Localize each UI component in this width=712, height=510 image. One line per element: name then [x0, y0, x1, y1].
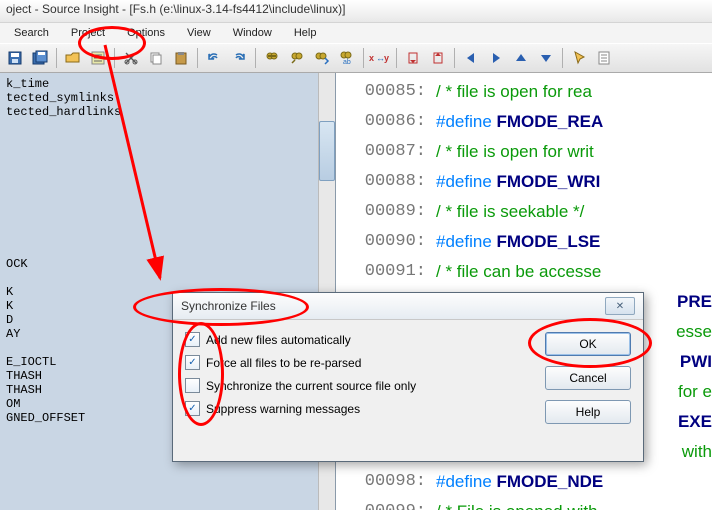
find-next-icon[interactable]: [310, 46, 334, 70]
menu-view[interactable]: View: [177, 25, 221, 41]
code-line[interactable]: 00085:/ * file is open for rea: [336, 77, 712, 107]
save-icon[interactable]: [3, 46, 27, 70]
line-number: 00088:: [336, 167, 436, 197]
code-line[interactable]: 00088:#define FMODE_WRI: [336, 167, 712, 197]
symbol-item[interactable]: k_time: [6, 77, 329, 91]
save-all-icon[interactable]: [28, 46, 52, 70]
undo-icon[interactable]: [202, 46, 226, 70]
code-content: #define FMODE_LSE: [436, 227, 600, 257]
code-content: / * file is open for rea: [436, 77, 592, 107]
code-line[interactable]: 00087:/ * file is open for writ: [336, 137, 712, 167]
nav-fwd-icon[interactable]: [484, 46, 508, 70]
find-icon[interactable]: [260, 46, 284, 70]
svg-text:x: x: [369, 53, 374, 63]
toolbar-separator: [363, 48, 364, 68]
symbol-item[interactable]: [6, 271, 329, 285]
line-number: 00087:: [336, 137, 436, 167]
svg-text:ab: ab: [343, 59, 351, 66]
checkbox-icon[interactable]: ✓: [185, 332, 200, 347]
bookmark-next-icon[interactable]: [426, 46, 450, 70]
dialog-titlebar[interactable]: Synchronize Files ✕: [173, 293, 643, 320]
nav-back-icon[interactable]: [459, 46, 483, 70]
code-content: / * file can be accesse: [436, 257, 601, 287]
line-number: 00099:: [336, 497, 436, 510]
cancel-button[interactable]: Cancel: [545, 366, 631, 390]
dialog-option[interactable]: ✓ Add new files automatically: [185, 332, 529, 347]
line-number: 00090:: [336, 227, 436, 257]
ok-button[interactable]: OK: [545, 332, 631, 356]
code-content: / * File is opened with: [436, 497, 598, 510]
toolbar-separator: [562, 48, 563, 68]
doc-list-icon[interactable]: [592, 46, 616, 70]
search-files-icon[interactable]: [285, 46, 309, 70]
checkbox-icon[interactable]: ✓: [185, 355, 200, 370]
code-content: / * file is seekable */: [436, 197, 584, 227]
toolbar-separator: [114, 48, 115, 68]
toolbar-separator: [56, 48, 57, 68]
toolbar: ab x↔y: [0, 43, 712, 73]
menu-help[interactable]: Help: [284, 25, 327, 41]
checkbox-icon[interactable]: [185, 378, 200, 393]
scrollbar-thumb[interactable]: [319, 121, 335, 181]
code-line[interactable]: 00086:#define FMODE_REA: [336, 107, 712, 137]
cursor-icon[interactable]: [567, 46, 591, 70]
paste-icon[interactable]: [169, 46, 193, 70]
nav-down-icon[interactable]: [534, 46, 558, 70]
nav-up-icon[interactable]: [509, 46, 533, 70]
toolbar-separator: [255, 48, 256, 68]
menu-search[interactable]: Search: [4, 25, 59, 41]
symbol-list-top[interactable]: k_timetected_symlinkstected_hardlinks: [0, 73, 335, 123]
line-number: 00091:: [336, 257, 436, 287]
menu-window[interactable]: Window: [223, 25, 282, 41]
copy-icon[interactable]: [144, 46, 168, 70]
redo-icon[interactable]: [227, 46, 251, 70]
replace-icon[interactable]: ab: [335, 46, 359, 70]
toolbar-separator: [454, 48, 455, 68]
line-number: 00089:: [336, 197, 436, 227]
code-content: #define FMODE_NDE: [436, 467, 603, 497]
line-number: 00085:: [336, 77, 436, 107]
option-label: Synchronize the current source file only: [206, 379, 416, 393]
symbol-item[interactable]: tected_symlinks: [6, 91, 329, 105]
option-label: Force all files to be re-parsed: [206, 356, 361, 370]
code-content: #define FMODE_WRI: [436, 167, 600, 197]
xy-swap-icon[interactable]: x↔y: [368, 46, 392, 70]
menu-project[interactable]: Project: [61, 25, 115, 41]
dialog-option[interactable]: ✓ Suppress warning messages: [185, 401, 529, 416]
checkbox-icon[interactable]: ✓: [185, 401, 200, 416]
line-number: 00098:: [336, 467, 436, 497]
help-button[interactable]: Help: [545, 400, 631, 424]
code-line[interactable]: 00098:#define FMODE_NDE: [336, 467, 712, 497]
menu-options[interactable]: Options: [117, 25, 175, 41]
symbol-item[interactable]: OCK: [6, 257, 329, 271]
dialog-option[interactable]: Synchronize the current source file only: [185, 378, 529, 393]
open-icon[interactable]: [61, 46, 85, 70]
properties-icon[interactable]: [86, 46, 110, 70]
menubar: Search Project Options View Window Help: [0, 23, 712, 43]
dialog-option[interactable]: ✓ Force all files to be re-parsed: [185, 355, 529, 370]
window-title: oject - Source Insight - [Fs.h (e:\linux…: [0, 0, 712, 23]
code-line[interactable]: 00099:/ * File is opened with: [336, 497, 712, 510]
option-label: Suppress warning messages: [206, 402, 360, 416]
svg-text:y: y: [384, 53, 389, 63]
toolbar-separator: [197, 48, 198, 68]
option-label: Add new files automatically: [206, 333, 351, 347]
cut-icon[interactable]: [119, 46, 143, 70]
line-number: 00086:: [336, 107, 436, 137]
code-content: / * file is open for writ: [436, 137, 594, 167]
dialog-close-button[interactable]: ✕: [605, 297, 635, 315]
code-content: #define FMODE_REA: [436, 107, 603, 137]
symbol-item[interactable]: tected_hardlinks: [6, 105, 329, 119]
code-line[interactable]: 00090:#define FMODE_LSE: [336, 227, 712, 257]
synchronize-files-dialog: Synchronize Files ✕ ✓ Add new files autom…: [172, 292, 644, 462]
code-line[interactable]: 00091:/ * file can be accesse: [336, 257, 712, 287]
code-line[interactable]: 00089:/ * file is seekable */: [336, 197, 712, 227]
toolbar-separator: [396, 48, 397, 68]
dialog-title: Synchronize Files: [181, 299, 276, 313]
bookmark-prev-icon[interactable]: [401, 46, 425, 70]
